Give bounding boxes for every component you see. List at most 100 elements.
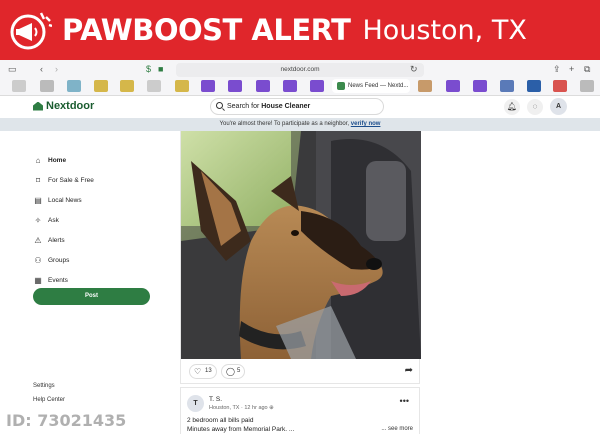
nextdoor-house-icon xyxy=(33,101,43,111)
sidebar-item-groups[interactable]: ⚇ Groups xyxy=(33,250,151,270)
back-icon[interactable]: ‹ xyxy=(40,62,43,76)
calendar-icon: ▦ xyxy=(34,275,42,285)
banner-brand: PAWBOOST ALERT xyxy=(62,13,351,47)
verify-link[interactable]: verify now xyxy=(351,121,381,127)
like-count: 13 xyxy=(205,368,212,374)
tab-active[interactable]: News Feed — Nextd... xyxy=(332,79,410,93)
share-icon[interactable]: ⇪ xyxy=(553,62,561,76)
like-button[interactable]: ♡ 13 xyxy=(189,364,217,379)
feed-post: ♡ 13 ◯ 5 ➦ xyxy=(180,131,421,384)
search-icon xyxy=(216,102,223,109)
help-center-link[interactable]: Help Center xyxy=(33,397,65,403)
sidebar-item-label: Local News xyxy=(48,196,82,204)
tab[interactable] xyxy=(175,80,189,92)
nextdoor-favicon-icon xyxy=(337,82,345,90)
tab[interactable] xyxy=(500,80,514,92)
tab[interactable] xyxy=(473,80,487,92)
search-prefix: Search for xyxy=(227,103,262,110)
tab[interactable] xyxy=(120,80,134,92)
extension-2-icon[interactable]: ■ xyxy=(158,62,163,76)
comment-button[interactable]: ◯ 5 xyxy=(221,364,245,379)
verify-notice: You're almost there! To participate as a… xyxy=(0,118,600,131)
tab[interactable] xyxy=(283,80,297,92)
globe-icon: ⊕ xyxy=(269,405,274,411)
tag-icon: ⌑ xyxy=(35,175,41,185)
tab-strip: News Feed — Nextd... xyxy=(0,79,600,94)
reload-icon[interactable]: ↻ xyxy=(410,62,418,76)
sidebar-item-for-sale[interactable]: ⌑ For Sale & Free xyxy=(33,170,151,190)
alert-icon: ⚠ xyxy=(34,235,42,245)
nextdoor-header: Nextdoor Search for House Cleaner 🔔︎ ◌ A xyxy=(0,96,600,118)
share-arrow-icon[interactable]: ➦ xyxy=(405,365,413,376)
post-text-line-1: 2 bedroom all bills paid xyxy=(187,417,254,424)
author-avatar[interactable]: T xyxy=(187,395,204,412)
reaction-bar: ♡ 13 ◯ 5 ➦ xyxy=(181,360,421,384)
id-watermark: ID: 73021435 xyxy=(6,411,127,430)
post-location: Houston, TX xyxy=(209,405,240,411)
chat-icon[interactable]: ◌ xyxy=(527,99,543,115)
tab[interactable] xyxy=(228,80,242,92)
feed-post-2: T T. S. Houston, TX · 12 hr ago ⊕ ••• 2 … xyxy=(180,387,420,434)
sidebar-item-label: Ask xyxy=(48,216,59,224)
megaphone-icon xyxy=(10,12,52,50)
tab-active-title: News Feed — Nextd... xyxy=(348,83,409,89)
post-time: 12 hr ago xyxy=(244,405,268,411)
bell-icon[interactable]: 🔔︎ xyxy=(504,99,520,115)
sidebar-item-local-news[interactable]: ▤ Local News xyxy=(33,190,151,210)
new-tab-icon[interactable]: + xyxy=(569,62,574,76)
comment-count: 5 xyxy=(237,368,241,374)
heart-icon: ♡ xyxy=(194,367,202,376)
author-name[interactable]: T. S. xyxy=(209,396,222,403)
tab[interactable] xyxy=(310,80,324,92)
search-term: House Cleaner xyxy=(261,103,311,110)
more-options-icon[interactable]: ••• xyxy=(400,396,409,406)
tab[interactable] xyxy=(201,80,215,92)
sidebar-item-events[interactable]: ▦ Events xyxy=(33,270,151,290)
tab-overview-icon[interactable]: ⧉ xyxy=(584,62,590,76)
logo-text: Nextdoor xyxy=(46,100,95,112)
post-text-line-2: Minutes away from Memorial Park. ... xyxy=(187,426,295,433)
tab[interactable] xyxy=(67,80,81,92)
groups-icon: ⚇ xyxy=(34,255,42,265)
sidebar-item-ask[interactable]: ✧ Ask xyxy=(33,210,151,230)
news-icon: ▤ xyxy=(34,195,42,205)
search-input[interactable]: Search for House Cleaner xyxy=(210,98,384,115)
post-meta: Houston, TX · 12 hr ago ⊕ xyxy=(209,405,274,411)
tab[interactable] xyxy=(12,80,26,92)
extension-icon[interactable]: $ xyxy=(146,62,151,76)
forward-icon[interactable]: › xyxy=(55,62,58,76)
sidebar-item-alerts[interactable]: ⚠ Alerts xyxy=(33,230,151,250)
sidebar-nav: ⌂ Home ⌑ For Sale & Free ▤ Local News ✧ … xyxy=(33,150,151,290)
tab[interactable] xyxy=(580,80,594,92)
tab[interactable] xyxy=(256,80,270,92)
browser-toolbar: ▭ ‹ › $ ■ ≡ nextdoor.com ↻ ⇪ + ⧉ xyxy=(0,62,600,78)
sidebar-toggle-icon[interactable]: ▭ xyxy=(8,62,17,76)
tab[interactable] xyxy=(94,80,108,92)
address-bar[interactable]: nextdoor.com xyxy=(176,63,424,77)
tab[interactable] xyxy=(446,80,460,92)
post-button[interactable]: Post xyxy=(33,288,150,305)
dog-photo[interactable] xyxy=(181,131,421,359)
avatar[interactable]: A xyxy=(550,98,567,115)
see-more-link[interactable]: ... see more xyxy=(381,426,413,432)
notice-text: You're almost there! To participate as a… xyxy=(219,121,350,127)
comment-icon: ◯ xyxy=(226,367,235,376)
sidebar-item-label: Events xyxy=(48,276,68,284)
sidebar-item-label: Alerts xyxy=(48,236,65,244)
tab[interactable] xyxy=(527,80,541,92)
tab[interactable] xyxy=(147,80,161,92)
tab[interactable] xyxy=(40,80,54,92)
nextdoor-logo[interactable]: Nextdoor xyxy=(33,100,94,112)
home-icon: ⌂ xyxy=(35,155,41,165)
sidebar-item-home[interactable]: ⌂ Home xyxy=(33,150,151,170)
sparkle-icon: ✧ xyxy=(34,215,42,225)
sidebar-item-label: For Sale & Free xyxy=(48,176,94,184)
pawboost-banner: PAWBOOST ALERT Houston, TX xyxy=(0,0,600,60)
browser-chrome: ▭ ‹ › $ ■ ≡ nextdoor.com ↻ ⇪ + ⧉ News Fe… xyxy=(0,60,600,96)
tab[interactable] xyxy=(418,80,432,92)
tab[interactable] xyxy=(553,80,567,92)
sidebar-item-label: Home xyxy=(48,156,67,164)
settings-link[interactable]: Settings xyxy=(33,383,55,389)
banner-location: Houston, TX xyxy=(362,14,527,46)
sidebar-item-label: Groups xyxy=(48,256,70,264)
